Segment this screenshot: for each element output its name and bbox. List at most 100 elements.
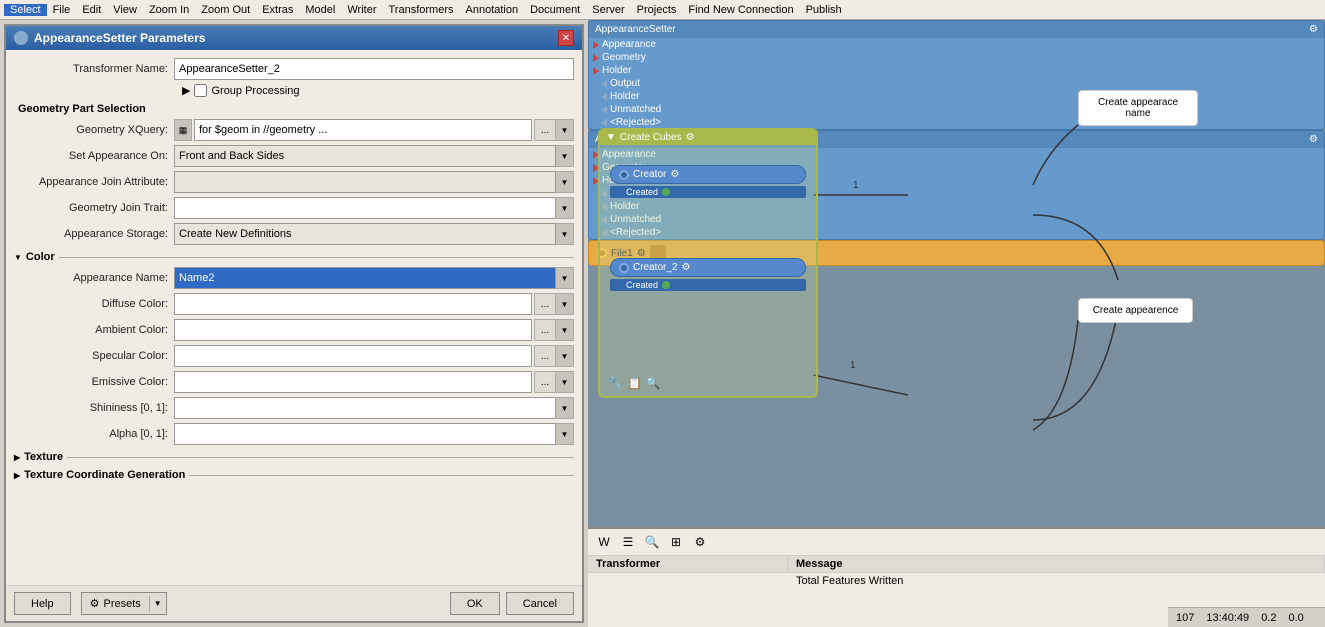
- svg-text:1: 1: [850, 360, 856, 371]
- shininess-dropdown[interactable]: ▼: [556, 397, 574, 419]
- transformer-name-input[interactable]: [174, 58, 574, 80]
- menu-projects[interactable]: Projects: [631, 4, 683, 16]
- dialog-titlebar: AppearanceSetter Parameters ✕: [6, 26, 582, 50]
- ok-button[interactable]: OK: [450, 592, 500, 615]
- dialog-footer: Help ⚙ Presets ▼ OK Cancel: [6, 585, 582, 621]
- texture-section-header[interactable]: ▶ Texture: [14, 451, 574, 463]
- menu-writer[interactable]: Writer: [341, 4, 382, 16]
- ambient-color-browse[interactable]: ...: [534, 319, 556, 341]
- create-cubes-group[interactable]: ▼ Create Cubes ⚙ Creator ⚙ Created: [598, 128, 818, 398]
- create-appearance-node-1[interactable]: Create appearace name: [1078, 90, 1198, 126]
- close-button[interactable]: ✕: [558, 30, 574, 46]
- group-processing-row: ▶ Group Processing: [14, 84, 574, 97]
- menu-view[interactable]: View: [107, 4, 143, 16]
- specular-dropdown[interactable]: ▼: [556, 345, 574, 367]
- creator-2-left-port: [619, 263, 629, 273]
- diffuse-color-browse[interactable]: ...: [534, 293, 556, 315]
- menu-zoomin[interactable]: Zoom In: [143, 4, 195, 16]
- appearance-setter-1-gear[interactable]: ⚙: [1309, 24, 1318, 35]
- gear-icon: [14, 31, 28, 45]
- alpha-dropdown[interactable]: ▼: [556, 423, 574, 445]
- presets-button[interactable]: ⚙ Presets: [82, 593, 149, 614]
- texture-coord-triangle: ▶: [14, 471, 20, 480]
- status-time: 13:40:49: [1206, 612, 1249, 624]
- bottom-btn-filter[interactable]: ⊞: [666, 532, 686, 552]
- specular-color-input[interactable]: [174, 345, 532, 367]
- menu-document[interactable]: Document: [524, 4, 586, 16]
- menu-edit[interactable]: Edit: [76, 4, 107, 16]
- set-appearance-dropdown[interactable]: ▼: [556, 145, 574, 167]
- alpha-label: Alpha [0, 1]:: [14, 428, 174, 440]
- specular-color-browse[interactable]: ...: [534, 345, 556, 367]
- appearance-setter-1-node[interactable]: AppearanceSetter ⚙ Appearance Geometry H…: [588, 20, 1325, 130]
- menu-publish[interactable]: Publish: [800, 4, 848, 16]
- presets-label: Presets: [104, 598, 141, 610]
- ambient-color-input[interactable]: [174, 319, 532, 341]
- presets-dropdown-button[interactable]: ▼: [149, 595, 166, 612]
- emissive-color-input[interactable]: [174, 371, 532, 393]
- appearance-name-dropdown[interactable]: ▼: [556, 267, 574, 289]
- specular-color-label: Specular Color:: [14, 350, 174, 362]
- xquery-browse-button[interactable]: ...: [534, 119, 556, 141]
- ambient-color-label: Ambient Color:: [14, 324, 174, 336]
- alpha-input[interactable]: [174, 423, 556, 445]
- menu-extras[interactable]: Extras: [256, 4, 299, 16]
- menu-select[interactable]: Select: [4, 4, 47, 16]
- help-button[interactable]: Help: [14, 592, 71, 615]
- appearance-join-attr-select[interactable]: [174, 171, 556, 193]
- ambient-dropdown[interactable]: ▼: [556, 319, 574, 341]
- diffuse-color-label: Diffuse Color:: [14, 298, 174, 310]
- color-section-label: Color: [26, 251, 55, 263]
- diffuse-dropdown[interactable]: ▼: [556, 293, 574, 315]
- creator-1-node[interactable]: Creator ⚙: [610, 165, 806, 184]
- appearance-storage-select[interactable]: Create New Definitions: [174, 223, 556, 245]
- geometry-xquery-input[interactable]: [194, 119, 532, 141]
- texture-coord-section-header[interactable]: ▶ Texture Coordinate Generation: [14, 469, 574, 481]
- xquery-dropdown[interactable]: ▼: [556, 119, 574, 141]
- menu-transformers[interactable]: Transformers: [383, 4, 460, 16]
- emissive-dropdown[interactable]: ▼: [556, 371, 574, 393]
- group-processing-label: Group Processing: [211, 85, 299, 97]
- geometry-xquery-row: Geometry XQuery: ▦ ... ▼: [14, 119, 574, 141]
- col-transformer-header: Transformer: [588, 556, 788, 572]
- set-appearance-on-select[interactable]: Front and Back Sides: [174, 145, 556, 167]
- group-icon-3[interactable]: 🔍: [646, 376, 661, 390]
- shininess-input[interactable]: [174, 397, 556, 419]
- set-appearance-select-wrapper: Front and Back Sides: [174, 145, 556, 167]
- group-icon-1[interactable]: 🔧: [608, 376, 623, 390]
- menu-annotation[interactable]: Annotation: [460, 4, 525, 16]
- color-section-header[interactable]: ▼ Color: [14, 251, 574, 263]
- geometry-join-trait-input[interactable]: [174, 197, 556, 219]
- group-processing-checkbox[interactable]: [194, 84, 207, 97]
- join-trait-dropdown[interactable]: ▼: [556, 197, 574, 219]
- creator-2-node[interactable]: Creator_2 ⚙: [610, 258, 806, 277]
- appearance-join-attr-row: Appearance Join Attribute: ▼: [14, 171, 574, 193]
- cancel-button[interactable]: Cancel: [506, 592, 574, 615]
- set-appearance-on-label: Set Appearance On:: [14, 150, 174, 162]
- port-arrow-appearance: [593, 41, 599, 49]
- creator-1-gear[interactable]: ⚙: [670, 169, 679, 180]
- appearance-setter-2-gear[interactable]: ⚙: [1309, 134, 1318, 145]
- emissive-color-browse[interactable]: ...: [534, 371, 556, 393]
- bottom-btn-gear[interactable]: ⚙: [690, 532, 710, 552]
- bottom-btn-w[interactable]: W: [594, 532, 614, 552]
- creator-2-gear[interactable]: ⚙: [681, 262, 690, 273]
- menu-find-connection[interactable]: Find New Connection: [682, 4, 799, 16]
- storage-dropdown[interactable]: ▼: [556, 223, 574, 245]
- texture-coord-label: Texture Coordinate Generation: [24, 469, 185, 481]
- create-appearance-node-2[interactable]: Create appearence: [1078, 298, 1193, 323]
- menu-model[interactable]: Model: [299, 4, 341, 16]
- appearance-name-input[interactable]: [174, 267, 556, 289]
- menu-server[interactable]: Server: [586, 4, 630, 16]
- canvas-area[interactable]: 1 1 Create appearace name ▼ Create Cubes…: [588, 20, 1325, 627]
- emissive-color-label: Emissive Color:: [14, 376, 174, 388]
- port-arrow-out-holder: [601, 93, 607, 101]
- bottom-btn-search[interactable]: 🔍: [642, 532, 662, 552]
- menu-zoomout[interactable]: Zoom Out: [195, 4, 256, 16]
- group-icon-2[interactable]: 📋: [627, 376, 642, 390]
- join-attr-dropdown[interactable]: ▼: [556, 171, 574, 193]
- menu-file[interactable]: File: [47, 4, 77, 16]
- bottom-btn-list[interactable]: ☰: [618, 532, 638, 552]
- diffuse-color-input[interactable]: [174, 293, 532, 315]
- group-gear-icon[interactable]: ⚙: [686, 132, 695, 143]
